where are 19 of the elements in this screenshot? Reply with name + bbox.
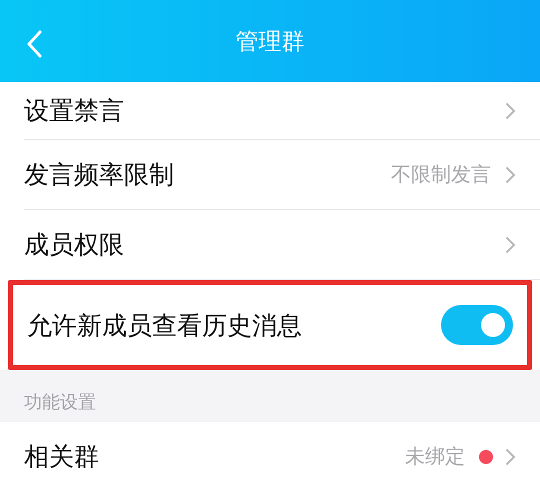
back-icon[interactable] bbox=[26, 30, 42, 58]
settings-row[interactable]: 成员权限 bbox=[24, 210, 540, 280]
settings-row[interactable]: 相关群 未绑定 bbox=[24, 422, 540, 490]
settings-row[interactable]: 设置禁言 bbox=[24, 82, 540, 140]
chevron-icon bbox=[505, 166, 516, 184]
row-value: 不限制发言 bbox=[391, 161, 491, 188]
row-label: 允许新成员查看历史消息 bbox=[27, 310, 303, 342]
row-value: 未绑定 bbox=[405, 443, 465, 470]
row-label: 成员权限 bbox=[24, 229, 125, 261]
chevron-icon bbox=[505, 102, 516, 120]
row-label: 发言频率限制 bbox=[24, 159, 175, 191]
row-label: 设置禁言 bbox=[24, 95, 125, 127]
row-label: 相关群 bbox=[24, 441, 100, 473]
chevron-icon bbox=[505, 236, 516, 254]
chevron-icon bbox=[505, 448, 516, 466]
page-title: 管理群 bbox=[236, 28, 304, 56]
toggle-switch[interactable] bbox=[441, 305, 513, 345]
section-title: 功能设置 bbox=[24, 391, 96, 414]
settings-row[interactable]: 发言频率限制 不限制发言 bbox=[24, 140, 540, 210]
